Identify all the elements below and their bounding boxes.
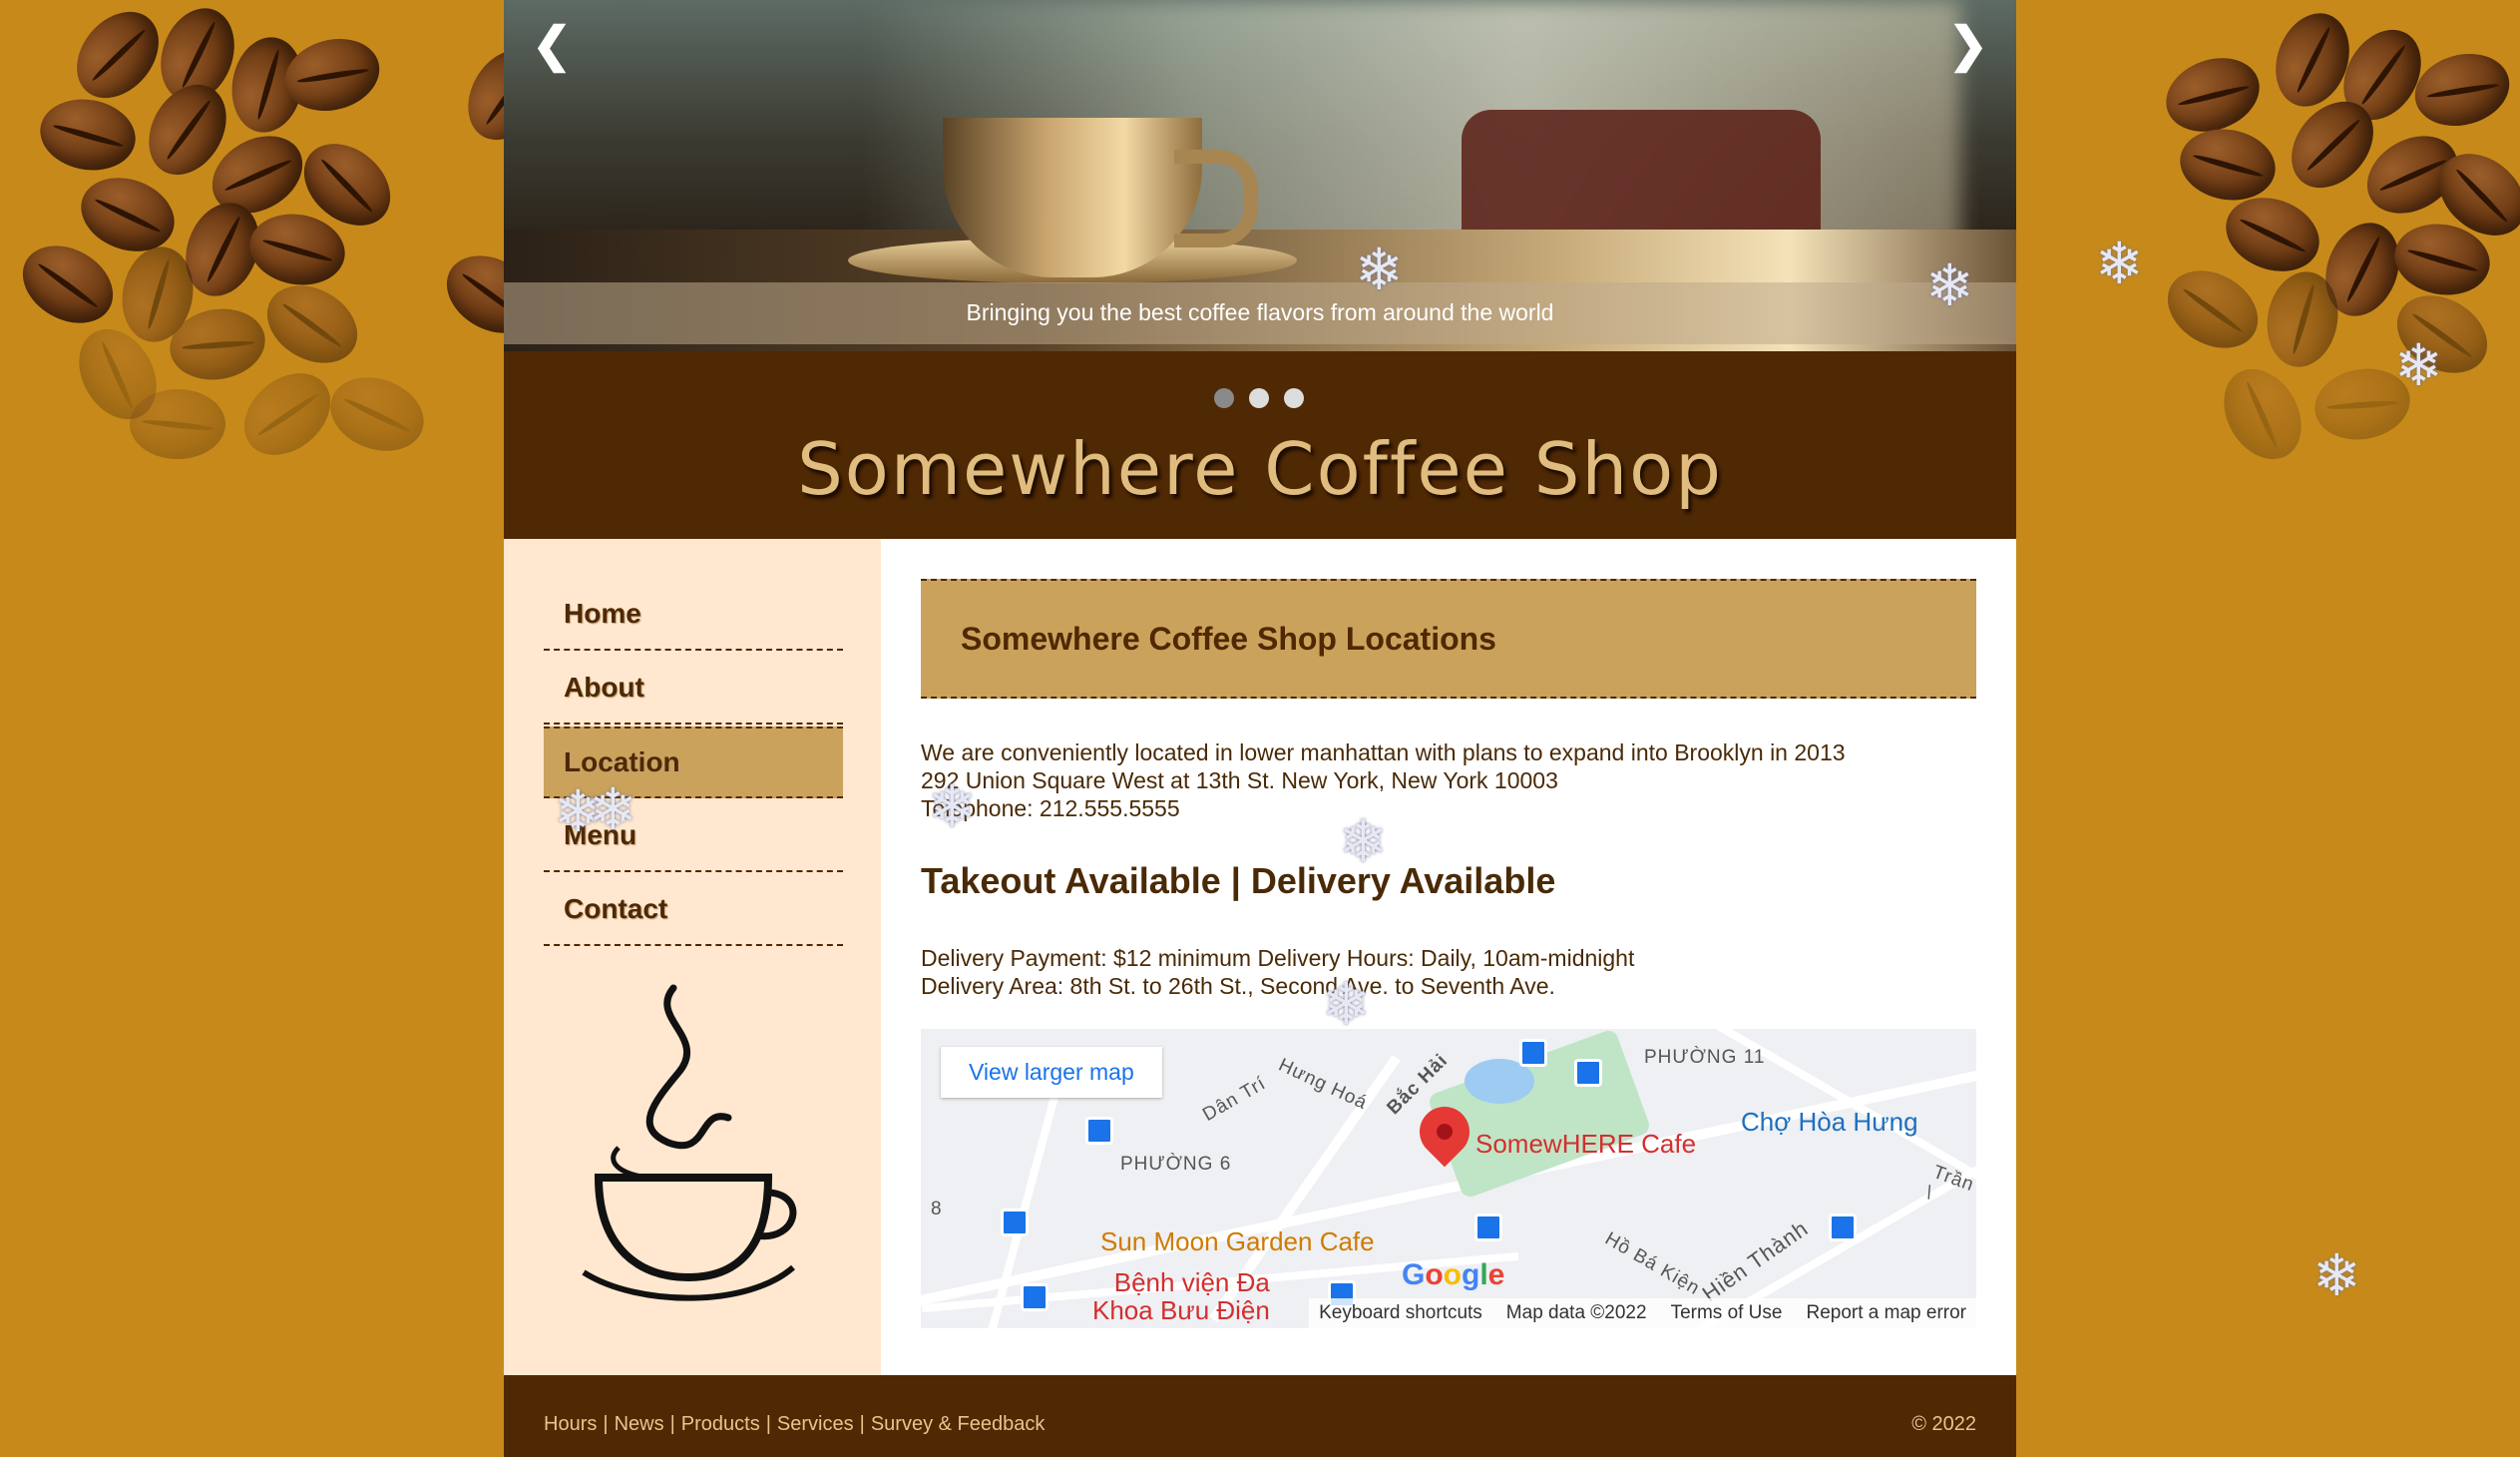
location-address: 292 Union Square West at 13th St. New Yo… xyxy=(921,767,1558,793)
footer-link-hours[interactable]: Hours xyxy=(544,1413,597,1435)
slide-image-cup-handle xyxy=(1174,150,1258,247)
site-footer: Hours | News | Products | Services | Survey & Fe… xyxy=(504,1375,2016,1457)
nav-item-about[interactable]: About xyxy=(544,653,843,725)
footer-link-products[interactable]: Products xyxy=(681,1413,760,1435)
bus-stop-icon[interactable] xyxy=(1519,1039,1547,1067)
delivery-area: Delivery Area: 8th St. to 26th St., Seco… xyxy=(921,973,1555,999)
map-report-error-link[interactable]: Report a map error xyxy=(1806,1302,1966,1324)
hero-slider: Bringing you the best coffee flavors fro… xyxy=(504,0,2016,351)
slider-dot-1[interactable] xyxy=(1214,388,1234,408)
takeout-delivery-heading: Takeout Available | Delivery Available xyxy=(921,860,1556,901)
snowflake-icon: ❄ xyxy=(2312,1243,2361,1308)
snowflake-icon: ❄ xyxy=(2394,333,2443,398)
map-data-label: Map data ©2022 xyxy=(1505,1302,1647,1323)
map-poi-hospital-line1: Bệnh viện Đa xyxy=(1113,1267,1270,1297)
map-keyboard-shortcuts-link[interactable]: Keyboard shortcuts xyxy=(1319,1302,1482,1324)
map-poi-sun-moon-garden-cafe[interactable]: Sun Moon Garden Cafe xyxy=(1100,1226,1375,1257)
footer-separator: | xyxy=(603,1413,609,1435)
map-label-phuong-11: PHƯỜNG 11 xyxy=(1644,1047,1766,1068)
slide-caption: Bringing you the best coffee flavors fro… xyxy=(966,299,1554,325)
footer-link-news[interactable]: News xyxy=(615,1413,664,1435)
footer-separator: | xyxy=(669,1413,675,1435)
footer-link-survey[interactable]: Survey & Feedback xyxy=(871,1413,1046,1435)
nav-item-home[interactable]: Home xyxy=(544,579,843,651)
coffee-cup-steam-icon xyxy=(582,984,797,1301)
bus-stop-icon[interactable] xyxy=(1474,1214,1502,1241)
snowflake-icon: ❄ xyxy=(1339,809,1388,874)
snowflake-icon: ❄ xyxy=(2095,232,2144,296)
map-label-hung-hoa: Hưng Hoá xyxy=(1275,1054,1371,1115)
coffee-beans-left xyxy=(0,0,499,472)
snowflake-icon: ❄ xyxy=(1355,238,1404,302)
main-content: Somewhere Coffee Shop Locations We are c… xyxy=(881,539,2016,1375)
map-poi-hospital[interactable]: Bệnh viện Đa Khoa Bưu Điện xyxy=(1092,1268,1270,1324)
map-poi-hospital-line2: Khoa Bưu Điện xyxy=(1092,1295,1270,1325)
view-larger-map-link[interactable]: View larger map xyxy=(941,1047,1162,1098)
slider-prev-arrow-icon[interactable]: ❮ xyxy=(532,22,572,70)
bus-stop-icon[interactable] xyxy=(1085,1117,1113,1145)
page-container: Bringing you the best coffee flavors fro… xyxy=(504,0,2016,1457)
map-label-phuong-6: PHƯỜNG 6 xyxy=(1120,1154,1232,1175)
footer-links: Hours | News | Products | Services | Survey & Fe… xyxy=(544,1413,1045,1436)
site-title-logo: Somewhere Coffee Shop xyxy=(797,427,1723,511)
slider-dot-2[interactable] xyxy=(1249,388,1269,408)
page-title: Somewhere Coffee Shop Locations xyxy=(961,621,1496,657)
snowflake-icon: ❄ xyxy=(928,774,977,839)
map-label-ho-ba-kien: Hồ Bá Kiện xyxy=(1601,1227,1704,1300)
sidebar: Home About Location Menu Contact xyxy=(504,539,881,1375)
bus-stop-icon[interactable] xyxy=(1574,1059,1602,1087)
map-label-8: 8 xyxy=(931,1199,943,1219)
slider-dot-3[interactable] xyxy=(1284,388,1304,408)
google-logo: Google xyxy=(1402,1258,1505,1291)
nav-item-contact[interactable]: Contact xyxy=(544,874,843,946)
delivery-info: Delivery Payment: $12 minimum Delivery H… xyxy=(921,944,1634,1000)
map-attribution-bar: Keyboard shortcuts Map data ©2022 Terms … xyxy=(1309,1298,1976,1328)
footer-separator: | xyxy=(859,1413,865,1435)
embedded-map[interactable]: PHƯỜNG 11 PHƯỜNG 6 Bắc Hải Hưng Hoá Dân … xyxy=(921,1029,1976,1328)
map-terms-link[interactable]: Terms of Use xyxy=(1671,1302,1783,1324)
side-nav: Home About Location Menu Contact xyxy=(544,579,843,948)
bus-stop-icon[interactable] xyxy=(1021,1283,1049,1311)
snowflake-icon: ❄ xyxy=(1322,972,1371,1037)
site-header: Somewhere Coffee Shop xyxy=(504,351,2016,539)
slider-next-arrow-icon[interactable]: ❯ xyxy=(1948,22,1988,70)
map-label-dan-tri: Dân Trí xyxy=(1199,1073,1270,1126)
footer-separator: | xyxy=(765,1413,771,1435)
bus-stop-icon[interactable] xyxy=(1001,1209,1029,1236)
copyright: © 2022 xyxy=(1911,1413,1976,1435)
locations-heading-box: Somewhere Coffee Shop Locations xyxy=(921,579,1976,699)
footer-link-services[interactable]: Services xyxy=(777,1413,854,1435)
snowflake-icon: ❄ xyxy=(589,777,637,842)
coffee-beans-right xyxy=(2015,0,2520,474)
bus-stop-icon[interactable] xyxy=(1829,1214,1857,1241)
slider-dots xyxy=(1214,388,1304,408)
map-poi-somewhere-cafe[interactable]: SomewHERE Cafe xyxy=(1475,1129,1696,1160)
delivery-payment-hours: Delivery Payment: $12 minimum Delivery H… xyxy=(921,945,1635,971)
snowflake-icon: ❄ xyxy=(1925,253,1974,318)
map-poi-cho-hoa-hung[interactable]: Chợ Hòa Hưng xyxy=(1741,1107,1918,1138)
location-description: We are conveniently located in lower man… xyxy=(921,739,1846,765)
